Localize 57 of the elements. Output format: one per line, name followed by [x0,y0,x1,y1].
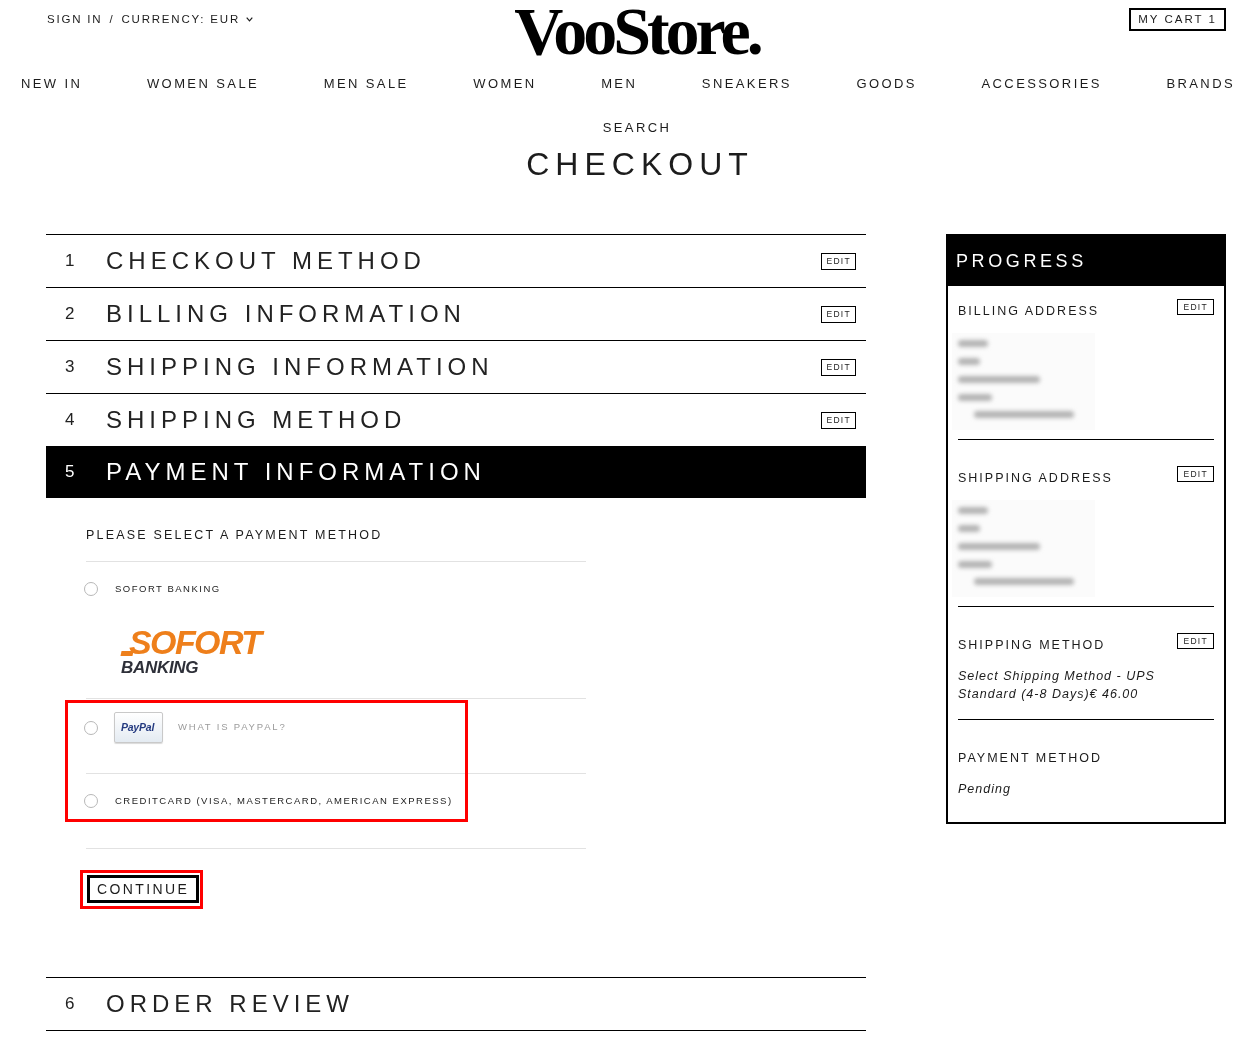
step-title: PAYMENT INFORMATION [106,457,486,487]
store-logo[interactable]: VooStore. [514,0,760,65]
section-heading: PLEASE SELECT A PAYMENT METHOD [86,527,384,544]
step-number: 2 [65,304,75,324]
nav-link[interactable]: MEN [601,74,638,94]
checkout-step-header[interactable]: 1 CHECKOUT METHOD EDIT [46,234,866,287]
cart-button[interactable]: MY CART 1 [1129,8,1226,31]
step-number: 1 [65,251,75,271]
nav-link[interactable]: MEN SALE [323,74,409,94]
step-number: 3 [65,357,75,377]
step-title: BILLING INFORMATION [106,299,466,329]
nav-link[interactable]: BRANDS [1166,74,1235,94]
section-text: Pending [958,781,1012,798]
step-title: CHECKOUT METHOD [106,246,426,276]
section-title: PAYMENT METHOD [958,750,1102,766]
step-title: SHIPPING METHOD [106,405,407,435]
edit-button[interactable]: EDIT [821,358,856,376]
step-number: 4 [65,410,75,430]
nav-link[interactable]: WOMEN [473,74,537,94]
nav-link[interactable]: SNEAKERS [701,74,792,94]
paypal-logo: PayPal [114,712,163,743]
page-title: CHECKOUT [526,146,754,182]
separator-slash: / [109,12,115,26]
radio-button[interactable] [84,582,98,596]
nav-link[interactable]: GOODS [856,74,917,94]
continue-button[interactable]: CONTINUE [87,875,200,903]
progress-header: PROGRESS [948,236,1224,286]
section-title: BILLING ADDRESS [958,303,1100,319]
sign-in-link[interactable]: SIGN IN [47,12,103,26]
edit-button[interactable]: EDIT [1177,466,1214,482]
nav-link[interactable]: NEW IN [21,74,83,94]
nav-link[interactable]: ACCESSORIES [981,74,1102,94]
section-text: Select Shipping Method - UPS Standard (4-8 Days)€ 46.00 [958,668,1156,703]
sofort-logo: SOFORT BANKING [119,627,265,677]
step-number: 6 [65,994,75,1014]
edit-button[interactable]: EDIT [821,411,856,429]
search-link[interactable]: SEARCH [602,120,672,136]
radio-button[interactable] [84,794,98,808]
edit-button[interactable]: EDIT [821,305,856,323]
edit-button[interactable]: EDIT [1177,299,1214,315]
checkout-step-header[interactable]: 3 SHIPPING INFORMATION EDIT [46,340,866,393]
section-title: SHIPPING METHOD [958,637,1106,653]
step-number: 5 [65,462,75,482]
radio-button[interactable] [84,720,98,735]
step-title: SHIPPING INFORMATION [106,352,494,382]
payment-option-label[interactable]: SOFORT BANKING [115,582,221,596]
checkout-step-header[interactable]: 2 BILLING INFORMATION EDIT [46,287,866,340]
currency-selector[interactable]: CURRENCY: EUR [121,12,254,26]
checkout-step-header[interactable]: 5 PAYMENT INFORMATION [46,446,866,498]
step-title: ORDER REVIEW [106,989,354,1019]
checkout-step-header[interactable]: 6 ORDER REVIEW [46,977,866,1031]
edit-button[interactable]: EDIT [821,252,856,270]
chevron-down-icon [246,16,254,22]
nav-link[interactable]: WOMEN SALE [146,74,260,94]
section-title: SHIPPING ADDRESS [958,470,1113,486]
edit-button[interactable]: EDIT [1177,633,1214,649]
payment-option-label[interactable]: CREDITCARD (VISA, MASTERCARD, AMERICAN EXPRESS) [115,794,453,808]
